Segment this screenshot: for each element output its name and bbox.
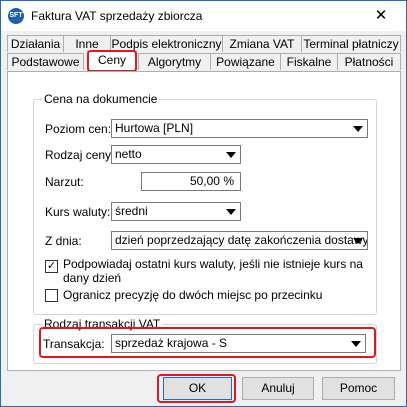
price-level-select[interactable]: Hurtowa [PLN] [111, 119, 368, 138]
chevron-down-icon [353, 238, 363, 244]
suggest-rate-label: Podpowiadaj ostatni kurs waluty, jeśli n… [63, 257, 363, 285]
suggest-rate-label-line2: dany dzień [63, 271, 122, 285]
exchange-rate-select[interactable]: średni [111, 202, 241, 221]
price-type-select[interactable]: netto [111, 145, 241, 164]
price-on-document-group: Cena na dokumencie Poziom cen: Hurtowa [… [33, 92, 377, 315]
cancel-button[interactable]: Anuluj [242, 377, 314, 400]
highlight-transaction [39, 327, 376, 358]
close-icon[interactable]: ✕ [368, 5, 394, 27]
tab-platnosci[interactable]: Płatności [337, 53, 401, 70]
chevron-down-icon [226, 152, 236, 158]
tab-algorytmy[interactable]: Algorytmy [138, 53, 211, 70]
highlight-ok-button [157, 374, 236, 403]
suggest-rate-label-line1: Podpowiadaj ostatni kurs waluty, jeśli n… [63, 257, 363, 271]
dialog-window: SFT Faktura VAT sprzedaży zbiorcza ✕ Dzi… [0, 0, 407, 407]
price-level-value: Hurtowa [PLN] [115, 121, 194, 135]
price-level-label: Poziom cen: [45, 122, 112, 136]
tab-fiskalne[interactable]: Fiskalne [280, 53, 338, 70]
tab-panel-ceny: Cena na dokumencie Poziom cen: Hurtowa [… [7, 71, 401, 371]
tab-terminal-platniczy[interactable]: Terminal płatniczy [301, 35, 401, 52]
price-type-value: netto [115, 147, 142, 161]
tab-powiazane[interactable]: Powiązane [210, 53, 281, 70]
tab-zmiana-vat[interactable]: Zmiana VAT [222, 35, 302, 52]
suggest-rate-checkbox[interactable]: ✓ [45, 260, 58, 273]
tab-dzialania[interactable]: Działania [7, 35, 64, 52]
window-title: Faktura VAT sprzedaży zbiorcza [31, 9, 203, 23]
limit-precision-checkbox[interactable] [45, 289, 58, 302]
tab-podstawowe[interactable]: Podstawowe [7, 53, 84, 70]
app-icon: SFT [8, 8, 24, 24]
from-day-value: dzień poprzedzający datę zakończenia dos… [115, 233, 368, 247]
from-day-label: Z dnia: [45, 234, 82, 248]
price-type-label: Rodzaj ceny: [45, 148, 115, 162]
limit-precision-label: Ogranicz precyzję do dwóch miejsc po prz… [63, 288, 323, 302]
highlight-ceny-tab [87, 50, 137, 72]
chevron-down-icon [353, 126, 363, 132]
markup-input[interactable]: 50,00 % [141, 172, 241, 191]
exchange-rate-label: Kurs waluty: [45, 205, 111, 219]
from-day-select[interactable]: dzień poprzedzający datę zakończenia dos… [111, 231, 368, 250]
help-button[interactable]: Pomoc [322, 377, 395, 400]
title-bar[interactable]: SFT Faktura VAT sprzedaży zbiorcza ✕ [1, 1, 406, 31]
markup-label: Narzut: [45, 175, 84, 189]
chevron-down-icon [226, 209, 236, 215]
price-group-legend: Cena na dokumencie [42, 92, 160, 106]
exchange-rate-value: średni [115, 204, 148, 218]
